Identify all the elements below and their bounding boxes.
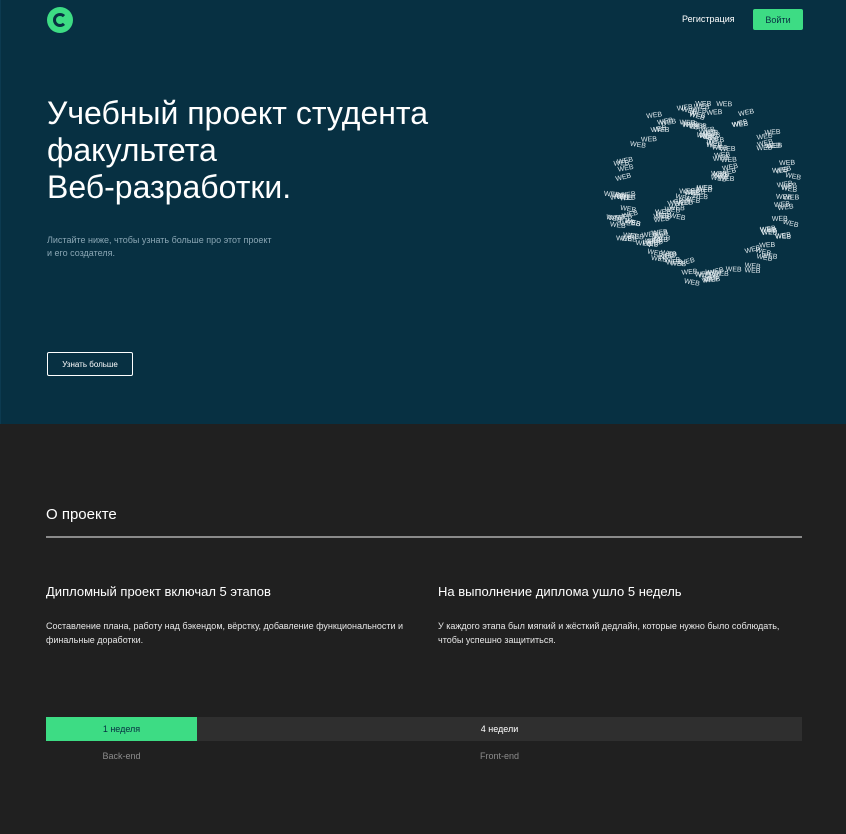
globe-word: WEB <box>666 259 683 267</box>
timeline-bar: 1 неделя 4 недели <box>46 717 802 741</box>
globe-word: WEB <box>702 129 719 137</box>
hero-title: Учебный проект студента факультета Веб-р… <box>47 95 507 206</box>
globe-word: WEB <box>616 194 633 202</box>
globe-word: WEB <box>615 172 632 183</box>
c-logo-icon <box>53 13 67 27</box>
globe-word: WEB <box>660 118 677 127</box>
stages-text: Составление плана, работу над бэкендом, … <box>46 621 404 645</box>
timeline-frontend-label: Front-end <box>479 751 520 761</box>
timeline-backend-segment: 1 неделя <box>46 717 197 741</box>
web-globe-graphic: WEBWEBWEBWEBWEBWEBWEBWEBWEBWEBWEBWEBWEBW… <box>604 101 802 288</box>
about-title: О проекте <box>46 506 117 523</box>
about-divider <box>46 536 802 538</box>
hero-title-line-3: Веб-разработки. <box>47 169 292 205</box>
stages-column: Дипломный проект включал 5 этапов Состав… <box>46 584 406 647</box>
globe-word: WEB <box>720 146 736 153</box>
globe-word: WEB <box>772 216 788 223</box>
timeline-backend-label: Back-end <box>102 751 141 761</box>
learn-more-button[interactable]: Узнать больше <box>47 352 133 376</box>
timeline-frontend-segment: 4 недели <box>197 717 802 741</box>
duration-text: У каждого этапа был мягкий и жёсткий дед… <box>438 621 780 645</box>
globe-word: WEB <box>783 194 799 201</box>
globe-word: WEB <box>679 119 696 127</box>
hero-title-line-1: Учебный проект студента <box>47 95 429 131</box>
globe-word: WEB <box>609 221 626 230</box>
globe-word: WEB <box>692 193 709 201</box>
logo-icon[interactable] <box>47 7 73 33</box>
globe-word: WEB <box>613 160 630 168</box>
globe-word: WEB <box>738 108 755 118</box>
globe-word: WEB <box>732 121 749 129</box>
stages-heading: Дипломный проект включал 5 этапов <box>46 584 271 599</box>
globe-word: WEB <box>744 267 761 275</box>
globe-word: WEB <box>764 129 781 137</box>
hero-subtitle: Листайте ниже, чтобы узнать больше про э… <box>47 235 272 258</box>
login-button[interactable]: Войти <box>753 9 803 30</box>
globe-word: WEB <box>669 204 686 212</box>
globe-word: WEB <box>616 235 633 243</box>
globe-word: WEB <box>716 101 732 108</box>
duration-column: На выполнение диплома ушло 5 недель У ка… <box>438 584 798 647</box>
globe-word: WEB <box>641 136 658 144</box>
globe-word: WEB <box>779 159 796 167</box>
globe-word: WEB <box>777 203 794 212</box>
globe-word: WEB <box>756 145 773 153</box>
hero-section: Регистрация Войти Учебный проект студент… <box>0 0 846 424</box>
globe-word: WEB <box>669 212 686 222</box>
globe-word: WEB <box>681 268 698 276</box>
globe-word: WEB <box>759 242 776 250</box>
register-link[interactable]: Регистрация <box>682 14 735 24</box>
duration-heading: На выполнение диплома ушло 5 недель <box>438 584 682 599</box>
hero-title-line-2: факультета <box>47 132 217 168</box>
